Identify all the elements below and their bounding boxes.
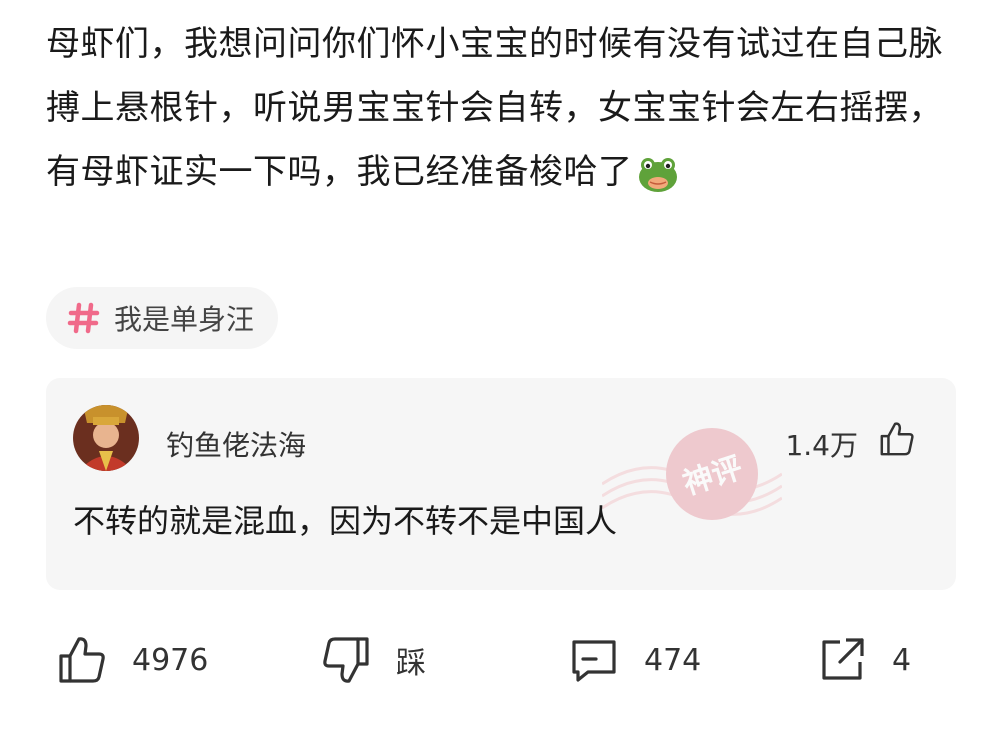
comment-like-icon[interactable] [878, 420, 916, 458]
like-button[interactable]: 4976 [56, 634, 208, 686]
topic-chip[interactable]: 我是单身汪 [46, 287, 279, 349]
dislike-label: 踩 [396, 646, 426, 681]
commenter-avatar[interactable] [73, 405, 139, 471]
topic-label: 我是单身汪 [114, 303, 255, 336]
like-count: 4976 [132, 642, 209, 678]
post-text: 母虾们，我想问问你们怀小宝宝的时候有没有试过在自己脉搏上悬根针，听说男宝宝针会自… [46, 12, 956, 204]
dislike-button[interactable]: 踩 [320, 634, 426, 686]
hot-comment-card[interactable]: 神评 钓鱼佬法海 1.4万 不转的就是混血，因为不转不是中国人 [46, 378, 956, 590]
comment-button[interactable]: 474 [568, 634, 701, 686]
comment-text: 不转的就是混血，因为不转不是中国人 [73, 502, 618, 540]
thumbs-up-icon [59, 637, 105, 683]
hot-comment-stamp: 神评 [602, 428, 782, 520]
post-body: 母虾们，我想问问你们怀小宝宝的时候有没有试过在自己脉搏上悬根针，听说男宝宝针会自… [46, 24, 943, 192]
comment-count: 474 [644, 642, 702, 678]
hashtag-icon [67, 302, 100, 334]
commenter-name[interactable]: 钓鱼佬法海 [166, 424, 306, 464]
frog-face-emoji-icon [638, 157, 677, 192]
comment-bubble-icon [572, 640, 616, 682]
comment-like-count: 1.4万 [785, 429, 858, 462]
thumbs-down-icon [323, 637, 369, 683]
share-icon [822, 638, 864, 680]
post-action-bar: 4976 踩 474 4 [0, 620, 1000, 710]
share-button[interactable]: 4 [816, 634, 911, 686]
share-count: 4 [892, 642, 912, 678]
